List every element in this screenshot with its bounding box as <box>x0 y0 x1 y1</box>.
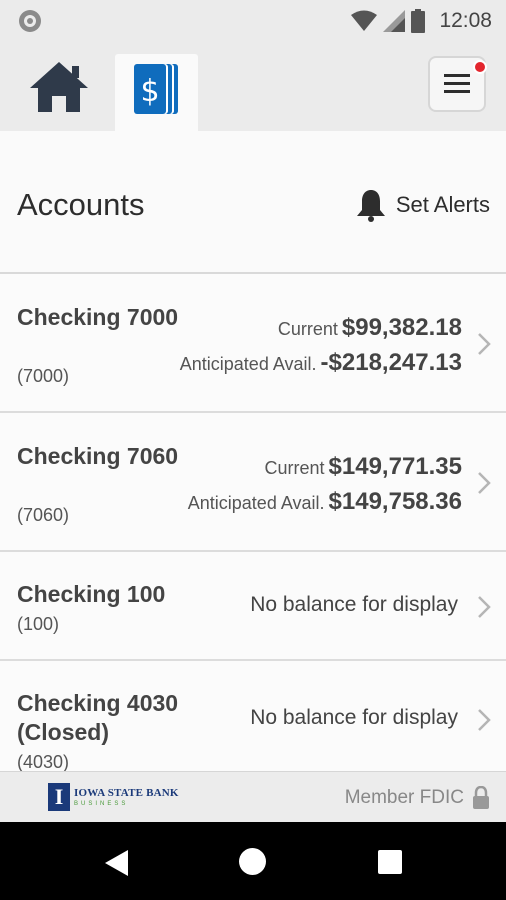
nav-home-icon[interactable] <box>239 848 266 875</box>
tab-home[interactable] <box>22 54 96 120</box>
notification-dot-icon <box>19 10 41 32</box>
chevron-right-icon <box>478 333 491 355</box>
footer: I IOWA STATE BANK BUSINESS Member FDIC <box>0 771 506 822</box>
account-number: (4030) <box>17 752 70 772</box>
current-value: $99,382.18 <box>341 314 462 341</box>
chevron-right-icon <box>478 596 491 618</box>
current-value: $149,771.35 <box>328 453 462 480</box>
anticipated-value: $149,758.36 <box>328 488 462 515</box>
account-name: Checking 4030 (Closed) <box>17 690 179 745</box>
account-row[interactable]: Checking 7000 (7000) Current $99,382.18 … <box>0 274 506 413</box>
account-number: (7000) <box>17 366 70 386</box>
signal-icon <box>383 10 406 32</box>
no-balance-text: No balance for display <box>250 706 458 729</box>
account-number: (100) <box>17 614 60 634</box>
bell-icon <box>356 190 385 222</box>
tab-bar: $ <box>0 42 506 131</box>
logo-sub: BUSINESS <box>74 800 129 807</box>
lock-icon <box>473 786 489 809</box>
account-row[interactable]: Checking 100 (100) No balance for displa… <box>0 552 506 661</box>
account-row[interactable]: Checking 4030 (Closed) (4030) No balance… <box>0 661 506 774</box>
account-name: Checking 100 <box>17 581 166 607</box>
clock: 12:08 <box>439 9 492 32</box>
set-alerts-label: Set Alerts <box>395 192 490 217</box>
hamburger-menu-icon <box>444 74 470 93</box>
member-fdic: Member FDIC <box>345 786 490 810</box>
svg-text:$: $ <box>140 74 159 109</box>
recent-apps-icon[interactable] <box>378 850 402 874</box>
member-fdic-label: Member FDIC <box>344 787 464 808</box>
account-number: (7060) <box>17 505 70 525</box>
current-label: Current <box>264 458 325 478</box>
logo-mark: I <box>48 783 70 811</box>
wifi-icon <box>351 10 378 31</box>
status-bar: 12:08 <box>0 0 506 42</box>
android-nav-bar <box>0 822 506 900</box>
account-name: Checking 7060 <box>17 443 179 469</box>
current-balance: Current $149,771.35 <box>265 453 463 481</box>
menu-button[interactable] <box>428 56 487 112</box>
account-name: Checking 7000 <box>17 304 179 330</box>
account-row[interactable]: Checking 7060 (7060) Current $149,771.35… <box>0 413 506 552</box>
anticipated-balance: Anticipated Avail. -$218,247.13 <box>180 349 462 377</box>
tab-accounts[interactable]: $ <box>115 54 198 131</box>
accounts-dollar-icon: $ <box>133 64 178 114</box>
account-list: Checking 7000 (7000) Current $99,382.18 … <box>0 274 506 774</box>
anticipated-balance: Anticipated Avail. $149,758.36 <box>188 488 462 516</box>
status-icons: 12:08 <box>351 6 492 36</box>
page-title: Accounts <box>17 187 145 222</box>
back-icon[interactable] <box>104 849 130 877</box>
home-icon <box>30 62 88 112</box>
chevron-right-icon <box>478 472 491 494</box>
anticipated-label: Anticipated Avail. <box>179 354 317 374</box>
notification-badge <box>473 60 487 74</box>
battery-icon <box>411 9 426 33</box>
bank-logo: I IOWA STATE BANK BUSINESS <box>48 783 179 811</box>
current-label: Current <box>277 319 338 339</box>
anticipated-label: Anticipated Avail. <box>187 493 325 513</box>
no-balance-text: No balance for display <box>250 593 458 616</box>
set-alerts-button[interactable]: Set Alerts <box>356 185 490 225</box>
chevron-right-icon <box>478 709 491 731</box>
accounts-header: Accounts Set Alerts <box>0 131 506 274</box>
anticipated-value: -$218,247.13 <box>320 349 462 376</box>
logo-name: IOWA STATE BANK <box>74 786 179 799</box>
current-balance: Current $99,382.18 <box>278 314 462 342</box>
